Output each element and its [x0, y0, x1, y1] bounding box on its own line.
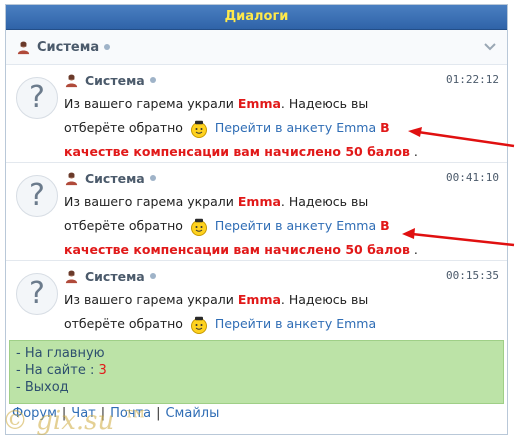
- smile-icon: [190, 120, 207, 138]
- user-avatar-icon: [65, 172, 78, 185]
- chevron-down-icon[interactable]: [483, 39, 497, 53]
- footer-link-chat[interactable]: Чат: [71, 406, 95, 421]
- profile-link[interactable]: Перейти в анкету Emma: [215, 316, 376, 331]
- footer-link-smiles[interactable]: Смайлы: [165, 406, 219, 421]
- message-text-start: Из вашего гарема украли: [64, 194, 234, 209]
- message-time: 00:41:10: [446, 171, 499, 184]
- profile-link[interactable]: Перейти в анкету Emma: [215, 120, 376, 135]
- status-dot-icon: [104, 44, 111, 50]
- page-title: Диалоги: [6, 5, 507, 30]
- dialog-header[interactable]: Система: [6, 30, 507, 65]
- user-avatar-icon: [65, 270, 78, 283]
- question-avatar-icon: ?: [16, 273, 58, 315]
- smile-icon: [190, 316, 207, 334]
- message-text-start: Из вашего гарема украли: [64, 96, 234, 111]
- message-header: Система: [64, 71, 501, 89]
- footer-links: Форум | Чат | Почта | Смайлы: [12, 406, 219, 421]
- footer-separator: |: [61, 406, 67, 421]
- message-text: Из вашего гарема украли Emma. Надеюсь вы…: [64, 190, 420, 262]
- profile-link[interactable]: Перейти в анкету Emma: [215, 218, 376, 233]
- status-dot-icon: [149, 273, 156, 279]
- dialogs-window: Диалоги Система ? Система 01:22:12 Из ва…: [5, 4, 508, 435]
- footer-link-forum[interactable]: Форум: [12, 406, 57, 421]
- stolen-name: Emma: [237, 194, 281, 209]
- message-sender[interactable]: Система: [85, 269, 145, 284]
- message-text: Из вашего гарема украли Emma. Надеюсь вы…: [64, 288, 420, 336]
- annotation-arrow: [402, 228, 515, 247]
- menu-item-online[interactable]: - На сайте : 3: [16, 362, 497, 379]
- online-count: 3: [98, 363, 107, 378]
- footer-separator: |: [156, 406, 161, 421]
- bottom-menu: - На главную - На сайте : 3 - Выход: [9, 340, 504, 404]
- user-avatar-icon: [17, 41, 30, 54]
- footer-separator: |: [100, 406, 106, 421]
- question-avatar-icon: ?: [16, 77, 58, 119]
- message-sender[interactable]: Система: [85, 73, 145, 88]
- stolen-name: Emma: [237, 96, 281, 111]
- message-header: Система: [64, 267, 501, 285]
- annotation-arrow: [408, 127, 515, 148]
- smile-icon: [190, 218, 207, 236]
- message-text: Из вашего гарема украли Emma. Надеюсь вы…: [64, 92, 420, 164]
- dialog-contact-name: Система: [37, 39, 100, 55]
- message-time: 01:22:12: [446, 73, 499, 86]
- user-avatar-icon: [65, 74, 78, 87]
- message-time: 00:15:35: [446, 269, 499, 282]
- message-sender[interactable]: Система: [85, 171, 145, 186]
- question-avatar-icon: ?: [16, 175, 58, 217]
- menu-item-home[interactable]: - На главную: [16, 345, 497, 362]
- footer-link-mail[interactable]: Почта: [110, 406, 151, 421]
- menu-item-exit[interactable]: - Выход: [16, 379, 497, 396]
- message-text-start: Из вашего гарема украли: [64, 292, 234, 307]
- online-label: - На сайте :: [16, 363, 95, 378]
- status-dot-icon: [149, 77, 156, 83]
- stolen-name: Emma: [237, 292, 281, 307]
- message-header: Система: [64, 169, 501, 187]
- status-dot-icon: [149, 175, 156, 181]
